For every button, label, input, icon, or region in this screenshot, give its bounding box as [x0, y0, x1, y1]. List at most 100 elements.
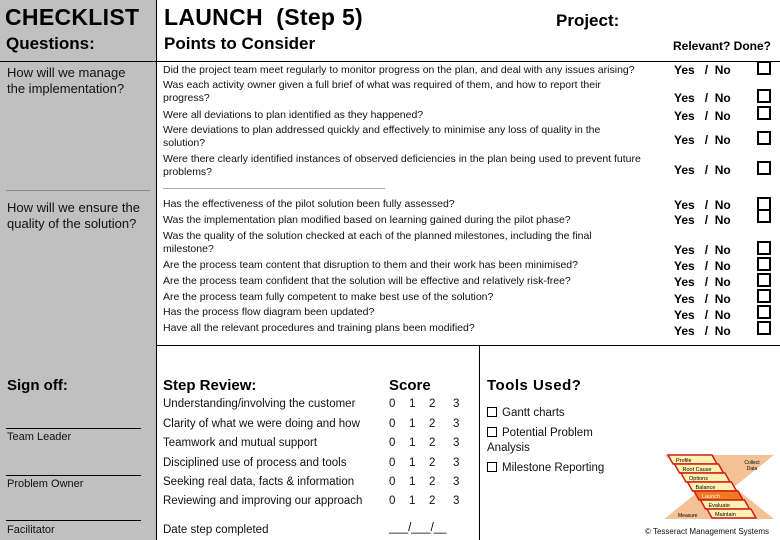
- tool-checkbox[interactable]: [487, 427, 497, 437]
- done-checkbox[interactable]: [757, 161, 771, 175]
- date-label: Date step completed: [163, 524, 269, 536]
- page-title: LAUNCH (Step 5): [164, 4, 364, 30]
- tool-option-gantt[interactable]: Gantt charts: [487, 406, 565, 421]
- yes-no-option[interactable]: Yes / No: [674, 133, 731, 147]
- score-option[interactable]: 1: [409, 476, 415, 488]
- score-heading: Score: [389, 377, 431, 394]
- tool-checkbox[interactable]: [487, 462, 497, 472]
- score-option[interactable]: 1: [409, 398, 415, 410]
- yes-no-option[interactable]: Yes / No: [674, 198, 731, 212]
- score-option[interactable]: 1: [409, 437, 415, 449]
- tool-label: Potential Problem Analysis: [487, 427, 593, 454]
- signoff-role: Team Leader: [7, 431, 72, 443]
- score-option[interactable]: 2: [429, 495, 435, 507]
- checklist-item: Has the effectiveness of the pilot solut…: [163, 198, 455, 210]
- checklist-item: Did the project team meet regularly to m…: [163, 64, 635, 76]
- signature-line[interactable]: [6, 520, 141, 521]
- score-option[interactable]: 3: [453, 476, 459, 488]
- logo-step-label: Balance: [696, 485, 716, 491]
- logo-measure-label: Measure: [678, 513, 698, 519]
- tool-checkbox[interactable]: [487, 407, 497, 417]
- score-option[interactable]: 0: [389, 495, 395, 507]
- review-item: Seeking real data, facts & information: [163, 476, 355, 488]
- checklist-item: Was the implementation plan modified bas…: [163, 214, 571, 226]
- review-item: Disciplined use of process and tools: [163, 457, 347, 469]
- yes-no-option[interactable]: Yes / No: [674, 63, 731, 77]
- score-option[interactable]: 3: [453, 457, 459, 469]
- score-option[interactable]: 1: [409, 495, 415, 507]
- done-checkbox[interactable]: [757, 89, 771, 103]
- done-checkbox[interactable]: [757, 273, 771, 287]
- done-checkbox[interactable]: [757, 321, 771, 335]
- done-checkbox[interactable]: [757, 131, 771, 145]
- checklist-item: Are the process team confident that the …: [163, 275, 571, 287]
- tool-label: Gantt charts: [502, 407, 565, 419]
- review-item: Teamwork and mutual support: [163, 437, 318, 449]
- section-separator: [6, 190, 150, 191]
- yes-no-option[interactable]: Yes / No: [674, 91, 731, 105]
- checklist-item: Were all deviations to plan identified a…: [163, 109, 424, 121]
- proactive-logo: Profile Root Cause Options Balance Launch Eva…: [664, 454, 774, 519]
- score-option[interactable]: 0: [389, 457, 395, 469]
- done-checkbox[interactable]: [757, 106, 771, 120]
- checklist-title: CHECKLIST: [5, 4, 140, 30]
- review-item: Understanding/involving the customer: [163, 398, 356, 410]
- score-option[interactable]: 0: [389, 418, 395, 430]
- yes-no-option[interactable]: Yes / No: [674, 259, 731, 273]
- checklist-item: Were deviations to plan addressed quickl…: [163, 124, 601, 149]
- score-option[interactable]: 3: [453, 418, 459, 430]
- checklist-item: Were there clearly identified instances …: [163, 153, 641, 178]
- score-option[interactable]: 1: [409, 457, 415, 469]
- questions-heading: Questions:: [6, 34, 95, 53]
- score-option[interactable]: 0: [389, 398, 395, 410]
- checklist-item: Was each activity owner given a full bri…: [163, 79, 601, 104]
- tools-divider: [479, 346, 480, 540]
- score-option[interactable]: 2: [429, 457, 435, 469]
- tool-option-milestone[interactable]: Milestone Reporting: [487, 461, 604, 476]
- done-checkbox[interactable]: [757, 241, 771, 255]
- copyright-text: © Tesseract Management Systems: [645, 527, 770, 536]
- yes-no-option[interactable]: Yes / No: [674, 163, 731, 177]
- tool-label: Milestone Reporting: [502, 462, 605, 474]
- signoff-heading: Sign off:: [7, 377, 68, 394]
- yes-no-option[interactable]: Yes / No: [674, 324, 731, 338]
- done-checkbox[interactable]: [757, 209, 771, 223]
- checklist-item: Was the quality of the solution checked …: [163, 230, 592, 255]
- signature-line[interactable]: [6, 475, 141, 476]
- score-option[interactable]: 2: [429, 418, 435, 430]
- done-checkbox[interactable]: [757, 305, 771, 319]
- signature-line[interactable]: [6, 428, 141, 429]
- yes-no-option[interactable]: Yes / No: [674, 292, 731, 306]
- step-review-heading: Step Review:: [163, 377, 257, 394]
- tool-option-ppa[interactable]: Potential Problem Analysis: [487, 426, 617, 456]
- section-separator: [163, 188, 385, 189]
- score-option[interactable]: 3: [453, 495, 459, 507]
- done-checkbox[interactable]: [757, 289, 771, 303]
- yes-no-option[interactable]: Yes / No: [674, 275, 731, 289]
- score-option[interactable]: 2: [429, 437, 435, 449]
- header-divider: [0, 61, 780, 62]
- done-checkbox[interactable]: [757, 61, 771, 75]
- signoff-role: Problem Owner: [7, 478, 84, 490]
- date-field[interactable]: ___/___/__: [389, 522, 447, 534]
- score-option[interactable]: 2: [429, 476, 435, 488]
- section-question: How will we manage the implementation?: [7, 65, 126, 96]
- logo-step-label: Launch: [702, 494, 720, 500]
- yes-no-option[interactable]: Yes / No: [674, 243, 731, 257]
- points-heading: Points to Consider: [164, 34, 316, 53]
- logo-step-label: Options: [689, 476, 708, 482]
- score-option[interactable]: 3: [453, 398, 459, 410]
- checklist-item: Have all the relevant procedures and tra…: [163, 322, 475, 334]
- yes-no-option[interactable]: Yes / No: [674, 109, 731, 123]
- score-option[interactable]: 0: [389, 476, 395, 488]
- done-checkbox[interactable]: [757, 257, 771, 271]
- score-option[interactable]: 0: [389, 437, 395, 449]
- checklist-item: Are the process team content that disrup…: [163, 259, 578, 271]
- score-option[interactable]: 2: [429, 398, 435, 410]
- yes-no-option[interactable]: Yes / No: [674, 213, 731, 227]
- score-option[interactable]: 3: [453, 437, 459, 449]
- yes-no-option[interactable]: Yes / No: [674, 308, 731, 322]
- logo-step-label: Maintain: [715, 512, 736, 518]
- logo-step-label: Profile: [676, 458, 692, 464]
- score-option[interactable]: 1: [409, 418, 415, 430]
